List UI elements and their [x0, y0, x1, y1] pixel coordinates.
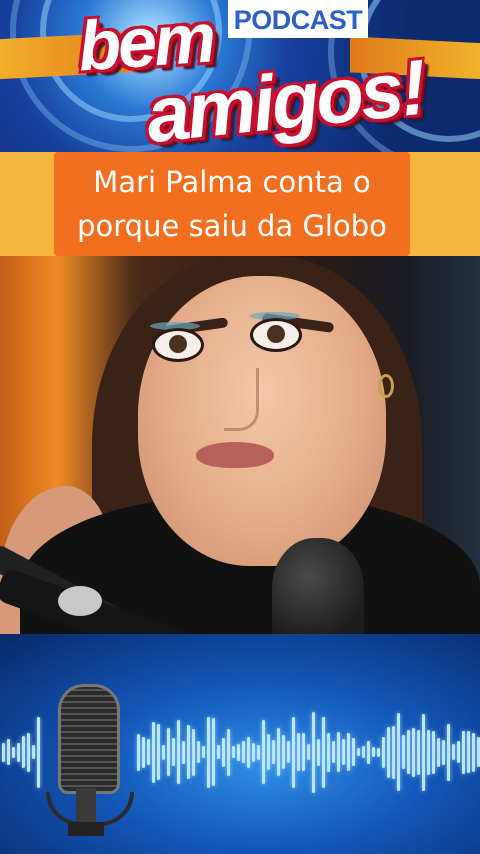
waveform-bar: [342, 739, 345, 765]
speaker-photo: [0, 256, 480, 634]
waveform-bar: [142, 736, 145, 768]
waveform-bar: [297, 733, 300, 771]
waveform-bar: [267, 734, 270, 770]
waveform-bar: [137, 733, 140, 771]
waveform-bar: [372, 747, 375, 757]
waveform-bar: [162, 744, 165, 760]
earring: [378, 374, 394, 398]
waveform-bar: [322, 716, 325, 788]
waveform-bar: [222, 737, 225, 767]
waveform-bar: [417, 729, 420, 775]
waveform-bar: [277, 728, 280, 776]
waveform-bar: [317, 738, 320, 766]
waveform-bar: [377, 747, 380, 757]
waveform-bar: [32, 745, 35, 759]
waveform-bar: [447, 723, 450, 781]
waveform-bar: [177, 720, 180, 784]
waveform-bar: [17, 742, 20, 762]
waveform-bar: [182, 740, 185, 764]
microphone-icon: [272, 538, 364, 634]
nose: [224, 368, 259, 431]
waveform-bar: [187, 725, 190, 779]
waveform-bar: [252, 742, 255, 762]
waveform-bar: [387, 726, 390, 778]
waveform-bar: [22, 736, 25, 768]
waveform-bar: [217, 745, 220, 759]
waveform-bar: [347, 733, 350, 771]
waveform-bar: [352, 738, 355, 766]
waveform-bar: [242, 741, 245, 763]
headline-line-2: porque saiu da Globo: [77, 209, 387, 243]
waveform-bar: [327, 732, 330, 772]
waveform-bar: [367, 740, 370, 764]
waveform-bar: [272, 740, 275, 764]
eye-left: [152, 328, 204, 362]
waveform-bar: [302, 733, 305, 771]
eye-right: [250, 318, 302, 352]
waveform-bar: [337, 732, 340, 772]
waveform-bar: [152, 721, 155, 783]
waveform-bar: [167, 728, 170, 776]
waveform-bar: [422, 713, 425, 791]
mic-neck: [76, 788, 96, 822]
waveform-bar: [192, 728, 195, 776]
waveform-bar: [12, 746, 15, 758]
waveform-bar: [467, 731, 470, 773]
studio-microphone-icon: [46, 684, 134, 836]
waveform-bar: [157, 724, 160, 780]
mic-grille: [58, 684, 120, 794]
mouth: [196, 442, 274, 468]
audio-waveform-graphic: [0, 634, 480, 854]
waveform-bar: [292, 716, 295, 788]
waveform-bar: [452, 744, 455, 760]
waveform-bar: [427, 729, 430, 775]
waveform-bar: [437, 737, 440, 767]
waveform-bar: [357, 748, 360, 756]
waveform-bar: [402, 735, 405, 769]
waveform-bar: [407, 730, 410, 774]
podcast-label: PODCAST: [228, 0, 368, 38]
waveform-bar: [257, 744, 260, 760]
video-headline: Mari Palma conta o porque saiu da Globo: [54, 152, 410, 256]
waveform-bar: [227, 728, 230, 776]
waveform-bar: [202, 746, 205, 758]
waveform-bar: [37, 716, 40, 788]
waveform-bar: [382, 736, 385, 768]
waveform-bar: [7, 739, 10, 765]
waveform-bar: [462, 730, 465, 774]
waveform-bar: [232, 746, 235, 758]
waveform-bar: [212, 718, 215, 786]
waveform-bar: [197, 741, 200, 763]
headline-line-1: Mari Palma conta o: [93, 165, 371, 199]
waveform-bar: [472, 732, 475, 772]
waveform-bar: [362, 746, 365, 758]
waveform-bar: [237, 743, 240, 761]
waveform-bar: [2, 742, 5, 762]
mic-base: [68, 822, 104, 836]
waveform-bar: [27, 732, 30, 772]
waveform-bar: [172, 738, 175, 766]
waveform-bar: [332, 741, 335, 763]
waveform-bar: [457, 741, 460, 763]
waveform-bar: [392, 725, 395, 779]
waveform-bar: [412, 727, 415, 777]
waveform-bar: [432, 730, 435, 774]
podcast-banner: PODCAST bem amigos!: [0, 0, 480, 152]
waveform-bar: [147, 739, 150, 765]
waveform-bar: [312, 711, 315, 793]
mic-clamp: [58, 586, 102, 616]
waveform-bar: [287, 741, 290, 763]
waveform-bar: [397, 713, 400, 791]
waveform-bar: [247, 736, 250, 768]
waveform-bar: [207, 716, 210, 788]
waveform-bar: [307, 744, 310, 760]
waveform-bar: [282, 735, 285, 769]
waveform-bar: [442, 739, 445, 765]
waveform-bar: [262, 720, 265, 784]
